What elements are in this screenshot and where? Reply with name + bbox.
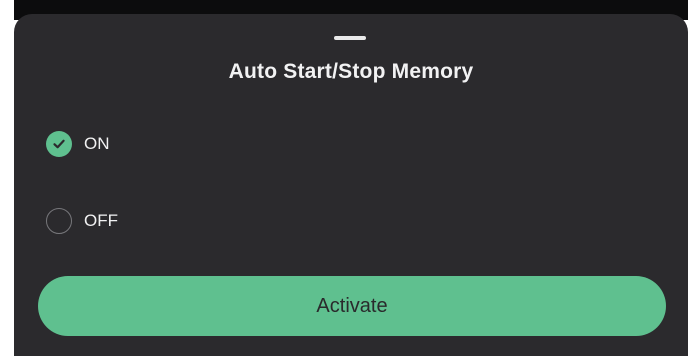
option-on[interactable]: ON (46, 131, 110, 157)
option-on-label: ON (84, 134, 110, 153)
check-circle-icon[interactable] (46, 131, 72, 157)
sheet-grabber-handle[interactable] (334, 36, 366, 40)
option-off[interactable]: OFF (46, 208, 118, 234)
sheet-title: Auto Start/Stop Memory (228, 60, 474, 83)
screen: Auto Start/Stop Memory ON OFF Activate (0, 0, 688, 356)
activate-button[interactable]: Activate (38, 276, 666, 336)
bottom-sheet: Auto Start/Stop Memory ON OFF Activate (14, 14, 688, 356)
option-off-label: OFF (84, 211, 118, 230)
empty-radio-icon[interactable] (46, 208, 72, 234)
